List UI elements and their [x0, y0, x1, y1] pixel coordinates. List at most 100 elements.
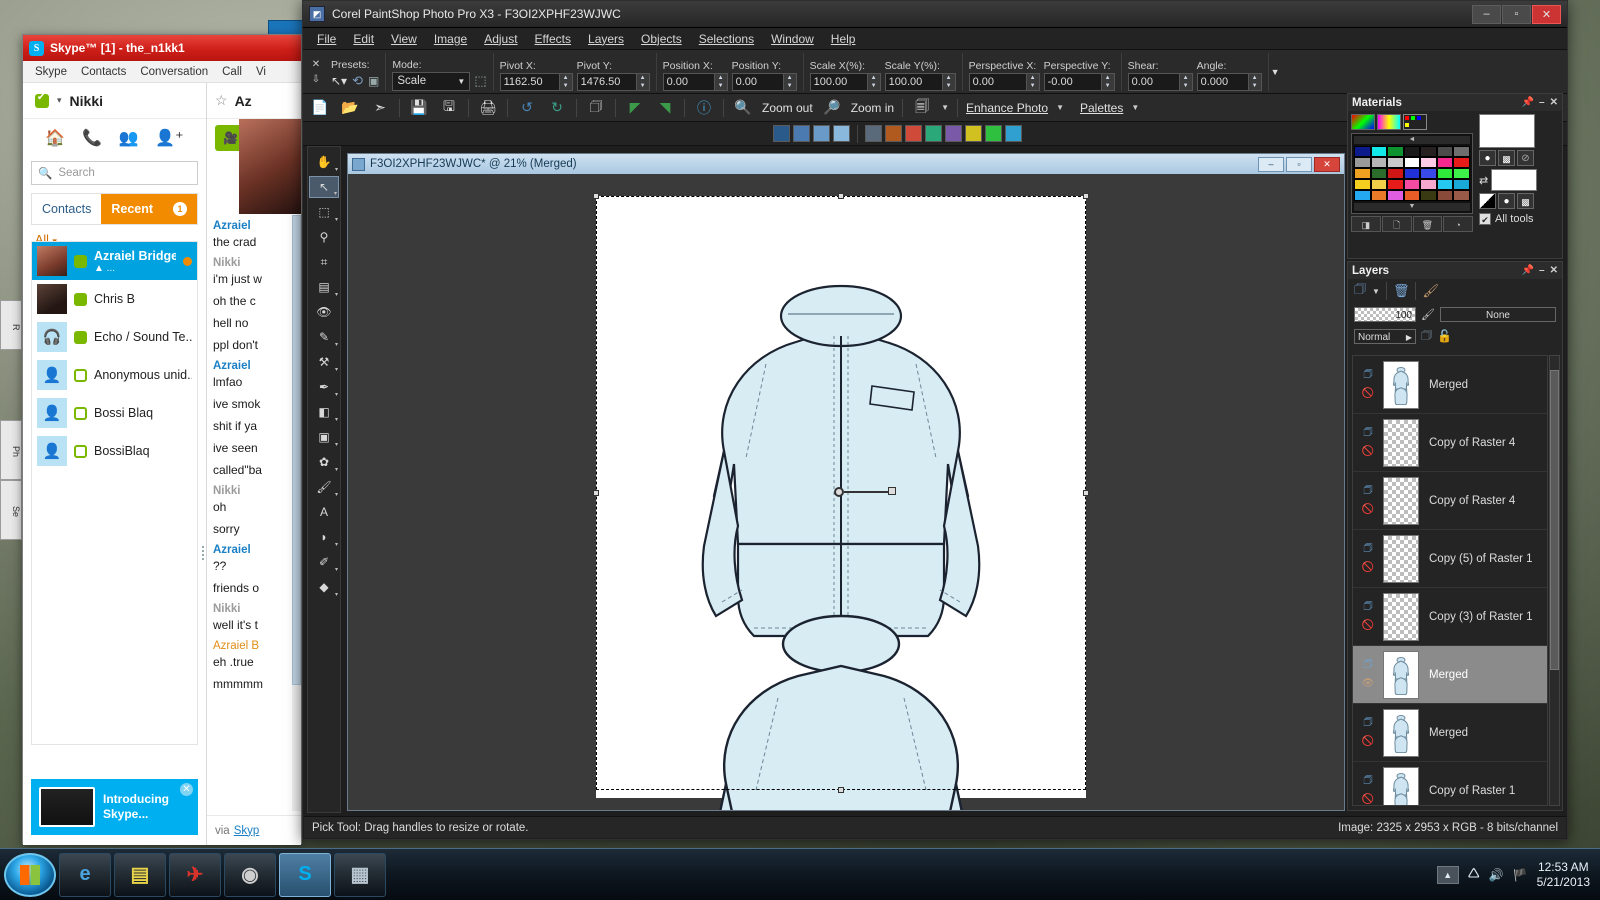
color-swatch[interactable]	[1420, 146, 1437, 157]
selection-handle-tm[interactable]	[838, 193, 844, 199]
effect-icon-10[interactable]	[965, 125, 982, 142]
foreground-none-icon[interactable]: ⊘	[1517, 150, 1534, 166]
skype-promo-banner[interactable]: Introducing Skype... ✕	[31, 779, 198, 835]
list-item[interactable]: 👤 BossiBlaq	[32, 432, 197, 470]
selection-handle-bm[interactable]	[838, 787, 844, 793]
skype-menu-view[interactable]: Vi	[256, 66, 266, 78]
all-tools-checkbox[interactable]: ✔	[1479, 213, 1491, 225]
color-swatch[interactable]	[1354, 190, 1371, 201]
shape-tool-icon[interactable]: ◗ ▾	[309, 526, 339, 548]
online-check-icon[interactable]	[35, 92, 49, 108]
zoom-out-label[interactable]: Zoom out	[762, 101, 813, 115]
retouch-tool-icon[interactable]: ✒ ▾	[309, 376, 339, 398]
doc-minimize-button[interactable]: –	[1258, 156, 1284, 172]
color-swatch[interactable]	[1436, 179, 1454, 190]
layer-list[interactable]: 🗇 🚫 Merged 🗇 🚫 Copy of Raster 4 🗇 🚫 Copy of Rast…	[1352, 355, 1548, 806]
rotate-right-icon[interactable]: ◥	[654, 97, 676, 119]
color-swatch[interactable]	[1403, 168, 1421, 179]
color-swatch[interactable]	[1403, 157, 1421, 168]
background-window-ph[interactable]: Ph	[0, 420, 22, 480]
layer-row[interactable]: 🗇 🚫 Copy of Raster 4	[1353, 414, 1547, 472]
layer-row[interactable]: 🗇 🚫 Copy (5) of Raster 1	[1353, 530, 1547, 588]
close-icon[interactable]: ✕	[1550, 265, 1558, 276]
dropper-tool-icon[interactable]: ⚲	[309, 226, 339, 248]
background-solid-icon[interactable]: ●	[1498, 193, 1515, 209]
save-icon[interactable]: 💾	[408, 97, 430, 119]
swap-colors-icon[interactable]: ⇄	[1479, 174, 1488, 187]
color-swatch[interactable]	[1453, 179, 1470, 190]
raster-layer-icon[interactable]: 🗇	[1359, 484, 1377, 499]
color-swatch[interactable]	[1387, 190, 1404, 201]
visibility-off-icon[interactable]: 🚫	[1359, 560, 1377, 575]
new-swatch-icon[interactable]: 🗋	[1381, 216, 1412, 232]
chevron-down-icon[interactable]: ▾	[335, 441, 338, 448]
color-swatch[interactable]	[1453, 190, 1470, 201]
print-icon[interactable]: 🖨	[477, 97, 499, 119]
skype-titlebar[interactable]: S Skype™ [1] - the_n1kk1	[23, 35, 301, 61]
swatch-scroll-up[interactable]: ◄	[1354, 136, 1470, 144]
effect-icon-2[interactable]	[793, 125, 810, 142]
selection-handle-tl[interactable]	[593, 193, 599, 199]
menu-edit[interactable]: Edit	[353, 32, 374, 46]
numeric-stepper[interactable]: ▲▼	[499, 72, 573, 91]
chevron-down-icon[interactable]: ▾	[335, 366, 338, 373]
mode-select[interactable]: Scale ▼	[392, 71, 471, 91]
chevron-down-icon[interactable]: ▾	[335, 466, 338, 473]
taskbar[interactable]: e ▤ ✈ ◉ S ▦ ▲ 🛆 🔊 🏴 12:53 AM 5/21/2013	[0, 848, 1600, 900]
opacity-slider[interactable]: 100	[1354, 306, 1416, 322]
minimize-icon[interactable]: –	[1539, 97, 1545, 108]
info-icon[interactable]: ⓘ	[693, 97, 715, 119]
chat-footer-link[interactable]: Skyp	[234, 825, 260, 837]
lock-icon[interactable]: 🔓	[1437, 329, 1452, 343]
chevron-down-icon[interactable]: ▾	[335, 541, 338, 548]
foreground-solid-icon[interactable]: ●	[1479, 150, 1496, 166]
raster-layer-icon[interactable]: 🗇	[1359, 774, 1377, 789]
layer-row[interactable]: 🗇 🚫 Copy (3) of Raster 1	[1353, 588, 1547, 646]
pin-icon[interactable]: ⇩	[312, 74, 320, 85]
layer-properties-icon[interactable]: 🖌	[1422, 283, 1439, 299]
contact-list[interactable]: Azraiel Bridger ▲ ... Chris B 🎧 Echo / S…	[31, 241, 198, 745]
visibility-off-icon[interactable]: 🚫	[1359, 734, 1377, 749]
flood-fill-tool-icon[interactable]: ▣ ▾	[309, 426, 339, 448]
list-item[interactable]: 👤 Bossi Blaq	[32, 394, 197, 432]
chevron-down-icon[interactable]: ▼	[1056, 103, 1064, 112]
raster-layer-icon[interactable]: 🗇	[1359, 426, 1377, 441]
chevron-down-icon[interactable]: ▾	[335, 416, 338, 423]
numeric-stepper[interactable]: ▲▼	[968, 72, 1040, 91]
document-titlebar[interactable]: F3OI2XPHF23WJWC* @ 21% (Merged) – ▫ ✕	[348, 154, 1344, 174]
field-input[interactable]	[662, 72, 715, 91]
doc-close-button[interactable]: ✕	[1314, 156, 1340, 172]
stepper-arrows[interactable]: ▲ ▼	[783, 72, 797, 91]
color-swatch[interactable]	[1387, 168, 1404, 179]
foreground-color-swatch[interactable]	[1479, 114, 1535, 148]
taskbar-button-internet-explorer[interactable]: e	[59, 852, 111, 897]
chevron-down-icon[interactable]: ▾	[57, 95, 62, 106]
preset-cursor-icon[interactable]: ↖▾	[331, 74, 347, 88]
taskbar-button-paintshop-pro[interactable]: ▦	[334, 852, 386, 897]
pane-splitter[interactable]	[199, 538, 207, 568]
color-swatch[interactable]	[1370, 190, 1388, 201]
numeric-stepper[interactable]: ▲▼	[731, 72, 797, 91]
pin-icon[interactable]: 📌	[1522, 97, 1534, 108]
color-swatch-grid[interactable]	[1354, 146, 1470, 201]
pick-tool-icon[interactable]: ↖ ▾	[309, 176, 339, 198]
swatch-options-icon[interactable]: ◔	[1443, 216, 1473, 232]
color-swatch[interactable]	[1453, 146, 1470, 157]
reset-preset-icon[interactable]: ⟲	[352, 73, 363, 89]
raster-layer-icon[interactable]: 🗇	[1359, 716, 1377, 731]
visibility-off-icon[interactable]: 🚫	[1359, 386, 1377, 401]
favorite-star-icon[interactable]: ☆	[215, 92, 228, 109]
pin-icon[interactable]: 📌	[1522, 265, 1534, 276]
bw-colors-icon[interactable]	[1479, 193, 1496, 209]
canvas-area[interactable]	[348, 174, 1344, 810]
network-icon[interactable]: 🏴	[1513, 868, 1528, 882]
chevron-down-icon[interactable]: ▾	[334, 190, 337, 197]
taskbar-button-virgin-media[interactable]: ✈	[169, 852, 221, 897]
enhance-photo-menu[interactable]: Enhance Photo	[966, 101, 1048, 115]
mask-icon[interactable]: 🖌	[1421, 308, 1435, 321]
color-swatch[interactable]	[1403, 190, 1421, 201]
menu-image[interactable]: Image	[434, 32, 467, 46]
effect-icon-9[interactable]	[945, 125, 962, 142]
effect-icon-6[interactable]	[885, 125, 902, 142]
numeric-stepper[interactable]: ▲▼	[809, 72, 881, 91]
